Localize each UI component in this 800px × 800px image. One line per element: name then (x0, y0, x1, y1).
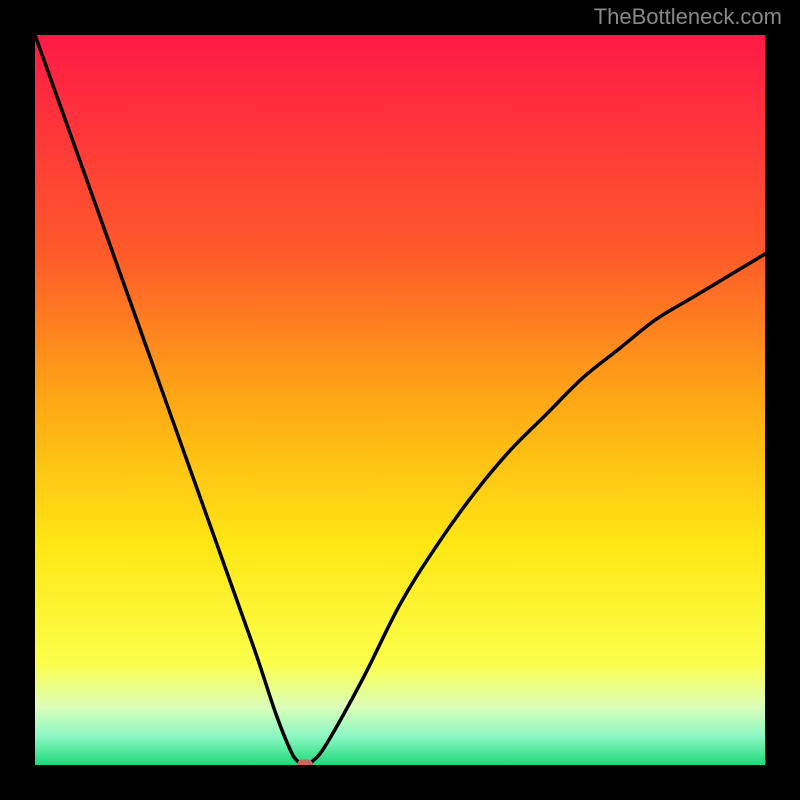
plot-area (35, 35, 765, 765)
curve-layer (35, 35, 765, 765)
optimal-point-marker (297, 760, 313, 766)
bottleneck-curve (35, 35, 765, 765)
chart-frame: TheBottleneck.com (0, 0, 800, 800)
watermark-text: TheBottleneck.com (594, 4, 782, 30)
